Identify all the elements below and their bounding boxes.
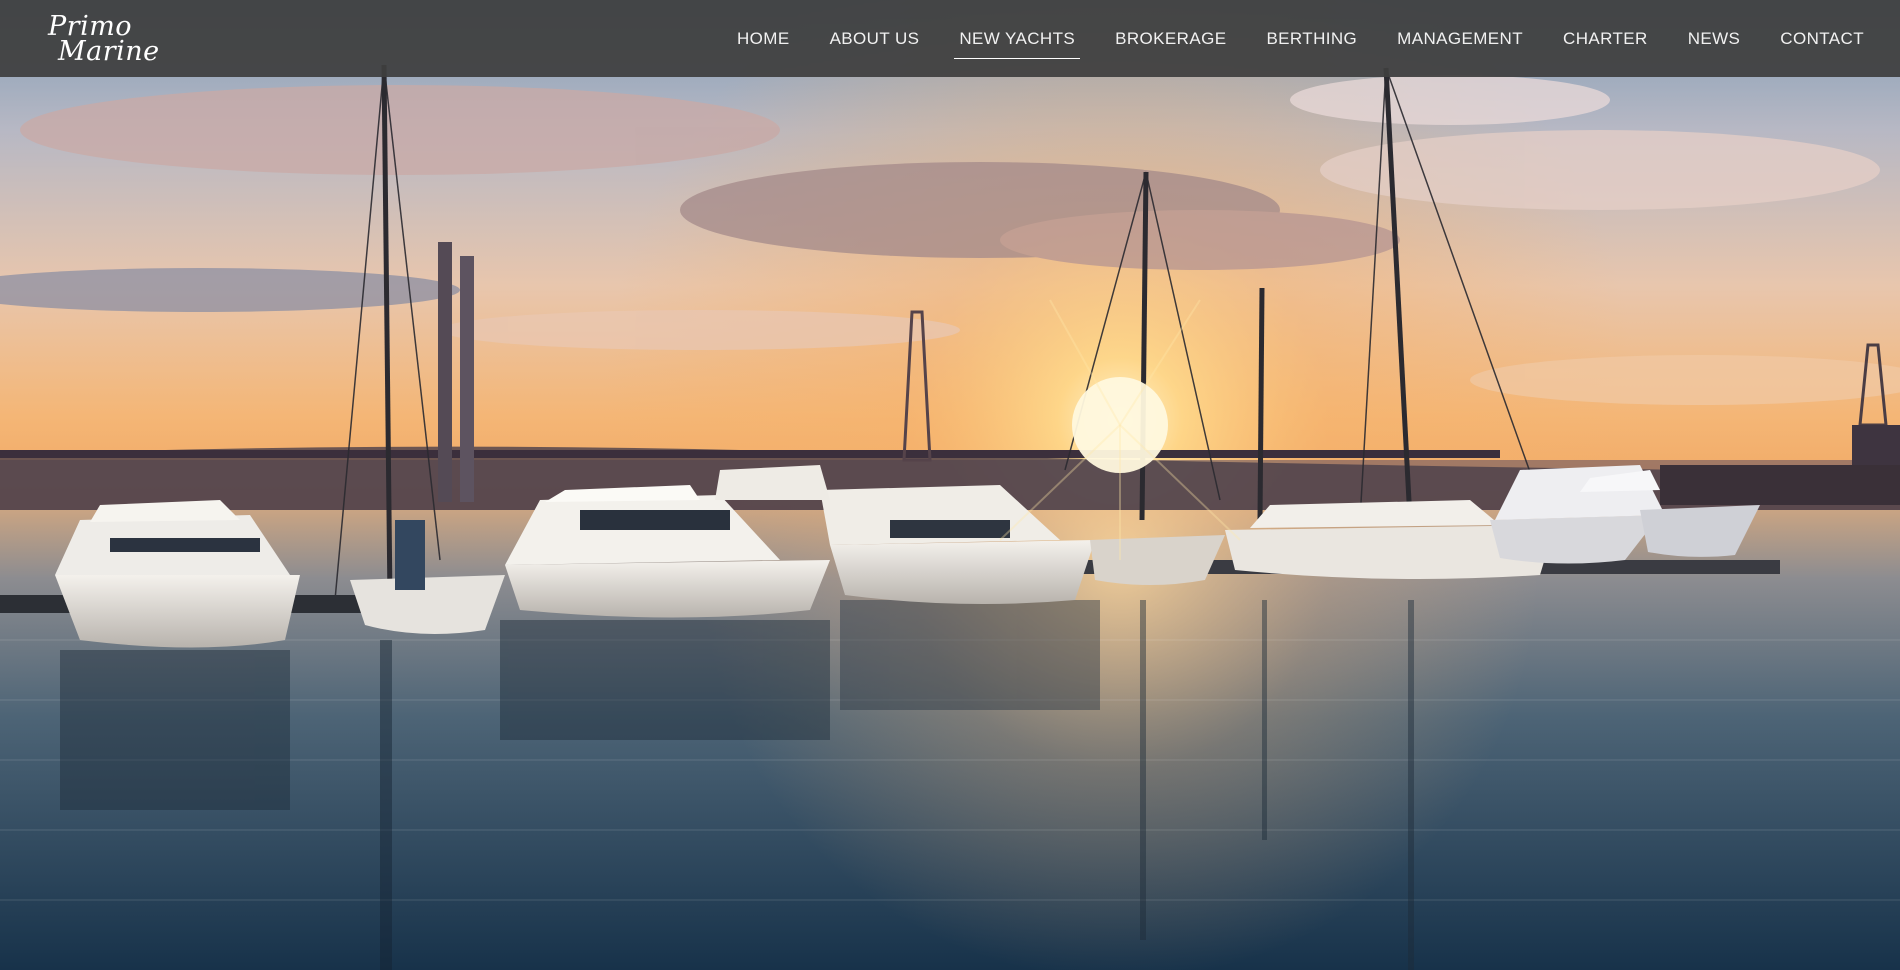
nav-about-us[interactable]: ABOUT US	[830, 0, 920, 77]
marina-sunset-scene	[0, 0, 1900, 970]
nav-charter[interactable]: CHARTER	[1563, 0, 1648, 77]
nav-new-yachts[interactable]: NEW YACHTS	[954, 0, 1080, 77]
nav-home[interactable]: HOME	[737, 0, 790, 77]
primo-marine-logo[interactable]: Primo Marine	[48, 13, 160, 65]
logo-line-marine: Marine	[58, 35, 160, 67]
nav-news[interactable]: NEWS	[1688, 0, 1741, 77]
hero-image	[0, 0, 1900, 970]
main-nav: HOME ABOUT US NEW YACHTS BROKERAGE BERTH…	[697, 0, 1864, 77]
nav-berthing[interactable]: BERTHING	[1266, 0, 1357, 77]
top-navigation-bar: Primo Marine HOME ABOUT US NEW YACHTS BR…	[0, 0, 1900, 77]
nav-contact[interactable]: CONTACT	[1780, 0, 1864, 77]
nav-brokerage[interactable]: BROKERAGE	[1115, 0, 1226, 77]
nav-management[interactable]: MANAGEMENT	[1397, 0, 1523, 77]
